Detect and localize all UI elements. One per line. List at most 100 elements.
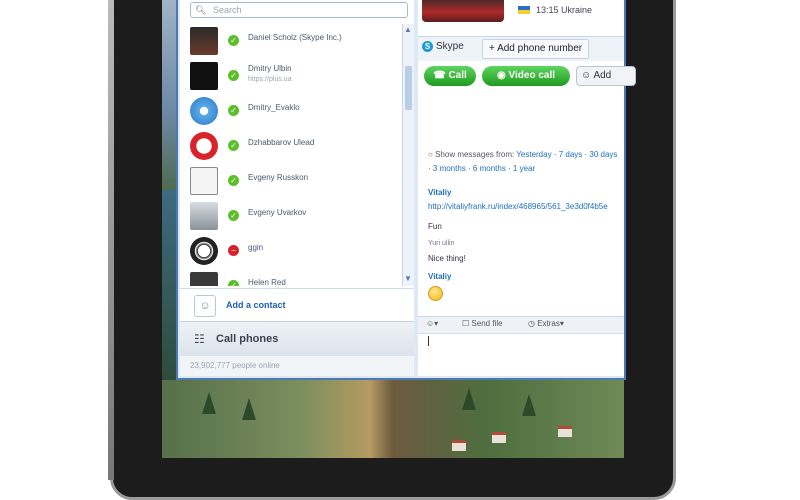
search-placeholder: Search (213, 5, 242, 15)
avatar (190, 62, 218, 90)
tree (242, 398, 256, 420)
scroll-up-icon[interactable]: ▲ (404, 25, 412, 34)
contact-name: Dmitry Ulbin (248, 64, 292, 73)
skype-logo-icon: S (422, 41, 433, 52)
online-status-icon: ✓ (228, 280, 239, 286)
call-actions: ☎ Call ◉ Video call ☺ Add (418, 62, 636, 90)
emoticon-icon[interactable]: ☺▾ (426, 319, 438, 328)
conversation-pane: 13:15 Ukraine S Skype + Add phone number … (418, 0, 636, 376)
phone-side-edge (108, 0, 114, 480)
search-box[interactable]: 🔍︎ Search (190, 2, 408, 18)
video-call-label: Video call (508, 70, 556, 81)
send-file-button[interactable]: ☐ Send file (462, 319, 503, 328)
house (452, 440, 466, 451)
online-status-icon: ✓ (228, 35, 239, 46)
online-status-icon: ✓ (228, 175, 239, 186)
call-label: Call (448, 70, 467, 81)
online-status-icon: ✓ (228, 70, 239, 81)
contact-name: Evgeny Russkon (248, 173, 309, 182)
list-item[interactable]: ✓ Daniel Scholz (Skype Inc.) (180, 24, 402, 59)
search-icon: 🔍︎ (195, 5, 207, 15)
list-item[interactable]: − ggin (180, 234, 402, 269)
online-status-icon: ✓ (228, 210, 239, 221)
conversation-tabs: S Skype + Add phone number (418, 36, 624, 61)
chevron-down-icon: ▾ (559, 319, 564, 328)
list-item[interactable]: ✓ Evgeny Russkon (180, 164, 402, 199)
contact-list: ✓ Daniel Scholz (Skype Inc.) ✓ Dmitry Ul… (180, 24, 402, 286)
avatar (190, 272, 218, 286)
contact-list-scrollbar[interactable]: ▲ ▼ (402, 24, 414, 286)
profile-bar: 13:15 Ukraine (418, 0, 624, 34)
list-item[interactable]: ✓ Dmitry_Evaklo (180, 94, 402, 129)
house (492, 432, 506, 443)
history-option-1-year[interactable]: 1 year (513, 164, 535, 173)
file-icon: ☐ (462, 319, 472, 328)
soccer-ball-icon (190, 237, 218, 265)
contact-name: ggin (248, 243, 264, 252)
avatar (190, 27, 218, 55)
send-file-label: Send file (471, 319, 503, 328)
history-prefix: Show messages from: (435, 150, 515, 159)
list-item[interactable]: ✓ Dzhabbarov Ulead (180, 129, 402, 164)
extras-label: Extras (537, 319, 560, 328)
list-item[interactable]: ✓ Dmitry Ulbin https://plus.ua (180, 59, 402, 94)
online-status-icon: ✓ (228, 105, 239, 116)
extras-icon: ◷ (528, 319, 538, 328)
message-sender: Vitaliy (428, 272, 452, 281)
add-contact-label: Add a contact (226, 300, 286, 310)
history-radio-icon[interactable]: ○ (428, 150, 433, 159)
list-item[interactable]: ✓ Evgeny Uvarkov (180, 199, 402, 234)
contact-name: Helen Red (248, 278, 286, 286)
dialpad-icon: ☷ (194, 332, 205, 346)
message-text: Nice thing! (428, 254, 466, 263)
tab-skype[interactable]: S Skype (422, 41, 464, 52)
safari-compass-icon (190, 97, 218, 125)
history-option-3-months[interactable]: 3 months (433, 164, 466, 173)
contacts-pane: 🔍︎ Search ✓ Daniel Scholz (Skype Inc.) ✓… (180, 0, 414, 376)
add-people-icon: ☺ (581, 70, 594, 81)
message-input[interactable] (428, 336, 429, 346)
contact-name: Daniel Scholz (Skype Inc.) (248, 33, 342, 42)
call-phones-label: Call phones (216, 333, 279, 345)
tree (462, 388, 476, 410)
list-item[interactable]: ✓ Helen Red (180, 269, 402, 286)
add-label: Add (593, 70, 612, 81)
tree (522, 394, 536, 416)
online-count: 23,902,777 people online (190, 361, 280, 370)
video-camera-icon: ◉ (496, 70, 509, 81)
add-phone-number-button[interactable]: + Add phone number (482, 39, 590, 59)
red-s-logo-icon (190, 132, 218, 160)
history-filter: ○ Show messages from: Yesterday · 7 days… (428, 150, 618, 173)
tree (202, 392, 216, 414)
house (558, 426, 572, 437)
tab-skype-label: Skype (436, 41, 464, 52)
contact-mood: https://plus.ua (248, 76, 292, 83)
smiley-icon (428, 286, 443, 301)
add-contact-button[interactable]: ☺ Add a contact (180, 288, 414, 321)
ukraine-flag-icon (518, 6, 530, 14)
history-option-7-days[interactable]: 7 days (559, 150, 583, 159)
video-call-button[interactable]: ◉ Video call (482, 66, 570, 86)
phone-icon: ☎ (433, 70, 449, 81)
history-option-6-months[interactable]: 6 months (473, 164, 506, 173)
scroll-down-icon[interactable]: ▼ (404, 274, 412, 283)
history-option-30-days[interactable]: 30 days (589, 150, 617, 159)
local-time: 13:15 Ukraine (536, 5, 593, 15)
busy-status-icon: − (228, 245, 239, 256)
contact-name: Dmitry_Evaklo (248, 103, 300, 112)
extras-button[interactable]: ◷ Extras▾ (528, 319, 564, 328)
skype-window: 🔍︎ Search ✓ Daniel Scholz (Skype Inc.) ✓… (176, 0, 636, 380)
compose-toolbar: ☺▾ ☐ Send file ◷ Extras▾ (418, 316, 624, 334)
online-status-icon: ✓ (228, 140, 239, 151)
message-link[interactable]: http://vitaliyfrank.ru/index/468965/561_… (428, 202, 608, 211)
profile-picture[interactable] (422, 0, 504, 22)
history-option-yesterday[interactable]: Yesterday (516, 150, 551, 159)
call-phones-button[interactable]: ☷ Call phones (180, 321, 414, 356)
message-text: Fun (428, 222, 442, 231)
add-contact-icon: ☺ (194, 295, 216, 317)
add-people-button[interactable]: ☺ Add (576, 66, 636, 86)
online-count-bar: 23,902,777 people online (180, 356, 414, 376)
scrollbar-thumb[interactable] (405, 66, 412, 110)
call-button[interactable]: ☎ Call (424, 66, 476, 86)
avatar (190, 167, 218, 195)
